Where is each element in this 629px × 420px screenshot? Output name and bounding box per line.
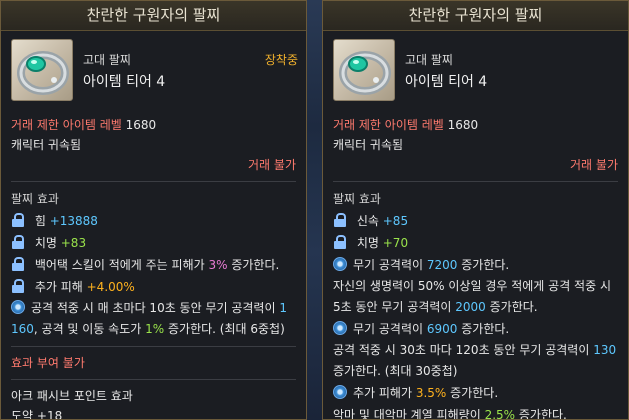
no-effect-label: 효과 부여 불가 [11,356,85,370]
bound-status: 캐릭터 귀속됨 [11,138,82,152]
effect-value: 3.5% [415,386,447,400]
effect-text: 추가 피해 [34,280,87,294]
effect-text: 5초 동안 무기 공격력이 [333,300,456,314]
stat-row-strength: 힘 +13888 [1,210,306,232]
effect-text: 증가한다. [457,258,510,272]
lock-icon [11,213,25,227]
divider [11,181,296,182]
effect-value: +4.00% [86,280,135,294]
effect-value: 160 [11,322,34,336]
divider [11,379,296,380]
effect-value: 7200 [426,258,458,272]
effect-text: 증가한다. [446,386,499,400]
effect-text: 백어택 스킬이 적에게 주는 피해가 [34,258,209,272]
effect-text: 증가한다. [485,300,538,314]
effect-text: 공격 적중 시 30초 마다 120초 동안 무기 공격력이 [333,343,594,357]
bound-status: 캐릭터 귀속됨 [333,138,404,152]
trade-level-row: 거래 제한 아이템 레벨 1680 [323,115,628,135]
effect-text: 무기 공격력이 [353,258,427,272]
effect-row-weapon-attack-2: 무기 공격력이 6900 증가한다. [323,318,628,340]
item-header: 고대 팔찌 아이템 티어 4 장착중 [1,31,306,115]
effect-value: 6900 [426,322,458,336]
swirl-effect-icon [333,385,347,399]
stat-value: +70 [382,236,409,250]
stat-name: 치명 [34,236,57,250]
stat-value: +83 [60,236,87,250]
lock-icon [11,257,25,271]
effect-row-extra-damage: 추가 피해가 3.5% 증가한다. [323,382,628,404]
effects-title: 팔찌 효과 [11,192,59,206]
lock-icon [333,213,347,227]
effect-value: 2.5% [484,408,516,420]
effect-text: 악마 및 대악마 계열 피해량이 [333,408,485,420]
stat-row-swiftness: 신속 +85 [323,210,628,232]
divider [11,346,296,347]
stat-value: +85 [382,214,409,228]
item-title: 찬란한 구원자의 팔찌 [323,1,628,31]
ark-passive-value: 도약 +18 [11,409,63,420]
effect-value: 2000 [455,300,486,314]
effect-row-extra-damage: 추가 피해 +4.00% [1,276,306,298]
item-title: 찬란한 구원자의 팔찌 [1,1,306,31]
effect-row-backattack: 백어택 스킬이 적에게 주는 피해가 3% 증가한다. [1,254,306,276]
trade-status: 거래 불가 [248,158,296,172]
effect-text: 자신의 생명력이 50% 이상일 경우 적에게 공격 적중 시 [333,279,611,293]
trade-level-label: 거래 제한 아이템 레벨 [11,118,122,132]
ark-passive-title: 아크 패시브 포인트 효과 [11,389,133,403]
effect-value: 1 [279,301,287,315]
effect-row-demon-damage: 악마 및 대악마 계열 피해량이 2.5% 증가한다. [323,404,628,420]
swirl-effect-icon [333,321,347,335]
effects-title: 팔찌 효과 [333,192,381,206]
effect-value: 1% [145,322,165,336]
swirl-effect-icon [333,257,347,271]
trade-level-value: 1680 [125,118,157,132]
lock-icon [333,235,347,249]
effect-row-weapon-stack: 공격 적중 시 매 초마다 10초 동안 무기 공격력이 1 160, 공격 및… [1,298,306,340]
stat-name: 힘 [34,214,46,228]
item-type: 고대 팔찌 [83,53,131,67]
effect-row-hp-condition: 자신의 생명력이 50% 이상일 경우 적에게 공격 적중 시 5초 동안 무기… [323,276,628,318]
effect-text: 증가한다. [227,258,280,272]
item-tier: 아이템 티어 4 [405,74,488,90]
effect-text: 증가한다. [515,408,567,420]
swirl-effect-icon [11,300,25,314]
stat-row-crit: 치명 +70 [323,232,628,254]
trade-status: 거래 불가 [570,158,618,172]
equipped-badge: 장착중 [264,53,298,67]
effect-text: 증가한다. (최대 6중첩) [164,322,285,336]
item-header: 고대 팔찌 아이템 티어 4 [323,31,628,115]
bracelet-icon [11,39,73,101]
item-tier: 아이템 티어 4 [83,74,166,90]
bracelet-icon [333,39,395,101]
divider [333,181,618,182]
stat-name: 신속 [356,214,379,228]
item-type: 고대 팔찌 [405,53,453,67]
effect-text: 증가한다. (최대 30중첩) [333,364,458,378]
lock-icon [11,235,25,249]
trade-level-row: 거래 제한 아이템 레벨 1680 [1,115,306,135]
effect-text: , 공격 및 이동 속도가 [33,322,146,336]
stat-row-crit: 치명 +83 [1,232,306,254]
trade-level-value: 1680 [447,118,479,132]
trade-level-label: 거래 제한 아이템 레벨 [333,118,444,132]
lock-icon [11,279,25,293]
effect-text: 무기 공격력이 [353,322,427,336]
stat-name: 치명 [356,236,379,250]
effect-row-weapon-attack: 무기 공격력이 7200 증가한다. [323,254,628,276]
stat-value: +13888 [49,214,98,228]
item-tooltip-compare: 찬란한 구원자의 팔찌 고대 팔찌 아이템 티어 4 거래 제한 아이템 레벨 … [322,0,629,420]
effect-value: 130 [593,343,617,357]
item-tooltip-equipped: 찬란한 구원자의 팔찌 고대 팔찌 아이템 티어 4 장착중 거래 제한 아이템… [0,0,307,420]
effect-text: 공격 적중 시 매 초마다 10초 동안 무기 공격력이 [31,301,280,315]
effect-text: 추가 피해가 [353,386,416,400]
effect-row-stack: 공격 적중 시 30초 마다 120초 동안 무기 공격력이 130 증가한다.… [323,340,628,382]
effect-value: 3% [208,258,228,272]
effect-text: 증가한다. [457,322,510,336]
